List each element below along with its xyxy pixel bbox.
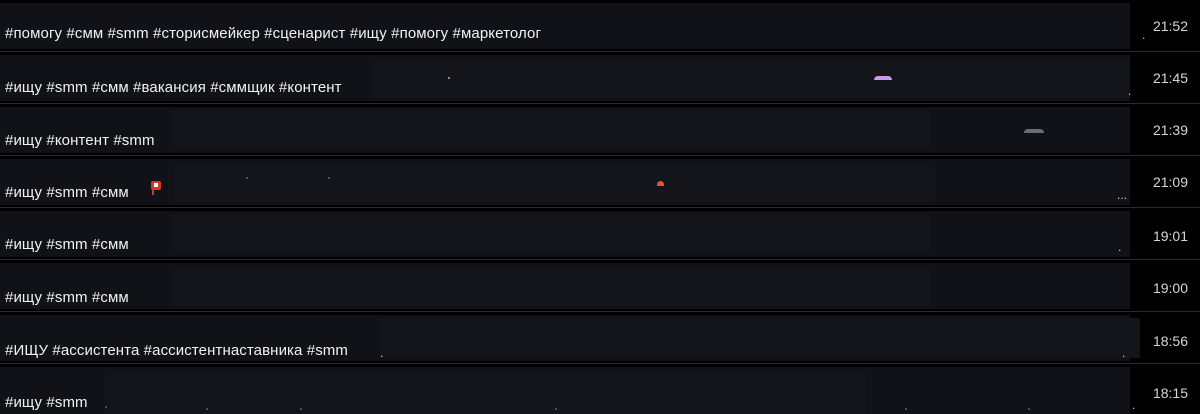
message-time: 19:00 <box>1152 280 1188 296</box>
emoji-fragment <box>246 177 248 179</box>
message-text: #ищу #smm #смм #вакансия #сммщик #контен… <box>5 79 342 96</box>
message-time: 21:45 <box>1152 70 1188 86</box>
truncation-ellipsis: . <box>1118 240 1122 254</box>
message-text: #ищу #контент #smm <box>5 132 155 149</box>
emoji-fragment <box>905 408 907 410</box>
message-row[interactable]: #ищу #smm #смм 21:09 ... <box>0 156 1200 208</box>
row-background-overlay <box>175 162 935 202</box>
message-text: #ИЩУ #ассистента #ассистентнаставника #s… <box>5 342 348 359</box>
message-time: 21:39 <box>1152 122 1188 138</box>
message-text: #ищу #smm #смм <box>5 236 129 253</box>
emoji-fragment <box>105 406 107 408</box>
truncation-ellipsis: . <box>1142 28 1146 42</box>
message-time: 19:01 <box>1152 228 1188 244</box>
message-row[interactable]: #ищу #smm 18:15 . <box>0 364 1200 414</box>
message-time: 21:09 <box>1152 174 1188 190</box>
emoji-fragment <box>1028 408 1030 410</box>
message-text: #помогу #смм #smm #сторисмейкер #сценари… <box>5 25 542 42</box>
emoji-fragment <box>555 408 557 410</box>
row-background-overlay <box>370 58 1130 98</box>
message-list: #помогу #смм #smm #сторисмейкер #сценари… <box>0 0 1200 414</box>
row-background-overlay <box>380 318 1140 358</box>
emoji-fragment <box>300 408 302 410</box>
message-row[interactable]: #ищу #smm #смм 19:00 <box>0 260 1200 312</box>
sticker-fragment <box>657 181 664 186</box>
row-background-overlay <box>170 110 930 150</box>
truncation-ellipsis: . <box>1128 84 1132 98</box>
message-text: #ищу #smm #смм <box>5 184 129 201</box>
sticker-fragment <box>874 76 892 80</box>
row-background-overlay <box>170 214 930 254</box>
red-flag-icon <box>151 181 161 195</box>
message-row[interactable]: #ищу #smm #смм 19:01 . <box>0 208 1200 260</box>
row-background-overlay <box>170 266 930 306</box>
truncation-ellipsis: ... <box>1117 188 1128 202</box>
row-background-overlay <box>105 370 865 414</box>
emoji-fragment <box>448 77 450 79</box>
message-row[interactable]: #ищу #smm #смм #вакансия #сммщик #контен… <box>0 52 1200 104</box>
message-row[interactable]: #ищу #контент #smm 21:39 <box>0 104 1200 156</box>
message-time: 21:52 <box>1152 18 1188 34</box>
message-row[interactable]: #ИЩУ #ассистента #ассистентнаставника #s… <box>0 312 1200 364</box>
sticker-fragment <box>1024 129 1044 133</box>
message-text: #ищу #smm <box>5 394 88 411</box>
truncation-ellipsis: . <box>1122 346 1126 360</box>
truncation-ellipsis: . <box>380 346 384 360</box>
emoji-fragment <box>206 408 208 410</box>
truncation-ellipsis: . <box>1132 398 1136 412</box>
message-time: 18:15 <box>1152 385 1188 401</box>
message-text: #ищу #smm #смм <box>5 289 129 306</box>
message-time: 18:56 <box>1152 333 1188 349</box>
emoji-fragment <box>328 177 330 179</box>
message-row[interactable]: #помогу #смм #smm #сторисмейкер #сценари… <box>0 0 1200 52</box>
